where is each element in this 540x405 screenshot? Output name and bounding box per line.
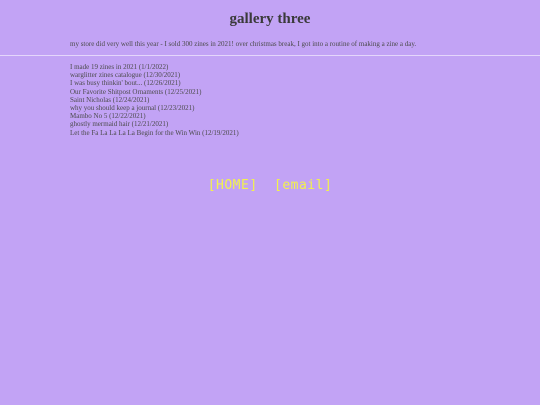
post-link[interactable]: Our Favorite Shitpost Ornaments (12/25/2… bbox=[70, 88, 201, 96]
list-item: I made 19 zines in 2021 (1/1/2022) bbox=[70, 63, 540, 71]
list-item: Mambo No 5 (12/22/2021) bbox=[70, 112, 540, 120]
post-list: I made 19 zines in 2021 (1/1/2022) wargl… bbox=[70, 63, 540, 137]
post-link[interactable]: I made 19 zines in 2021 (1/1/2022) bbox=[70, 63, 168, 71]
post-link[interactable]: ghostly mermaid hair (12/21/2021) bbox=[70, 120, 168, 128]
list-item: Let the Fa La La La La Begin for the Win… bbox=[70, 129, 540, 137]
list-item: Saint Nicholas (12/24/2021) bbox=[70, 96, 540, 104]
list-item: I was busy thinkin' bout... (12/26/2021) bbox=[70, 79, 540, 87]
post-link[interactable]: why you should keep a journal (12/23/202… bbox=[70, 104, 194, 112]
list-item: why you should keep a journal (12/23/202… bbox=[70, 104, 540, 112]
post-link[interactable]: warglitter zines catalogue (12/30/2021) bbox=[70, 71, 180, 79]
home-link[interactable]: [HOME] bbox=[208, 178, 258, 193]
email-link[interactable]: [email] bbox=[274, 178, 332, 193]
post-link[interactable]: Let the Fa La La La La Begin for the Win… bbox=[70, 129, 239, 137]
list-item: Our Favorite Shitpost Ornaments (12/25/2… bbox=[70, 88, 540, 96]
list-item: warglitter zines catalogue (12/30/2021) bbox=[70, 71, 540, 79]
intro-text: my store did very well this year - I sol… bbox=[70, 40, 417, 48]
list-item: ghostly mermaid hair (12/21/2021) bbox=[70, 120, 540, 128]
post-link[interactable]: I was busy thinkin' bout... (12/26/2021) bbox=[70, 79, 181, 87]
post-link[interactable]: Saint Nicholas (12/24/2021) bbox=[70, 96, 149, 104]
page-title: gallery three bbox=[229, 11, 311, 27]
divider bbox=[0, 55, 540, 56]
post-link[interactable]: Mambo No 5 (12/22/2021) bbox=[70, 112, 146, 120]
nav-links: [HOME] [email] bbox=[0, 178, 540, 193]
